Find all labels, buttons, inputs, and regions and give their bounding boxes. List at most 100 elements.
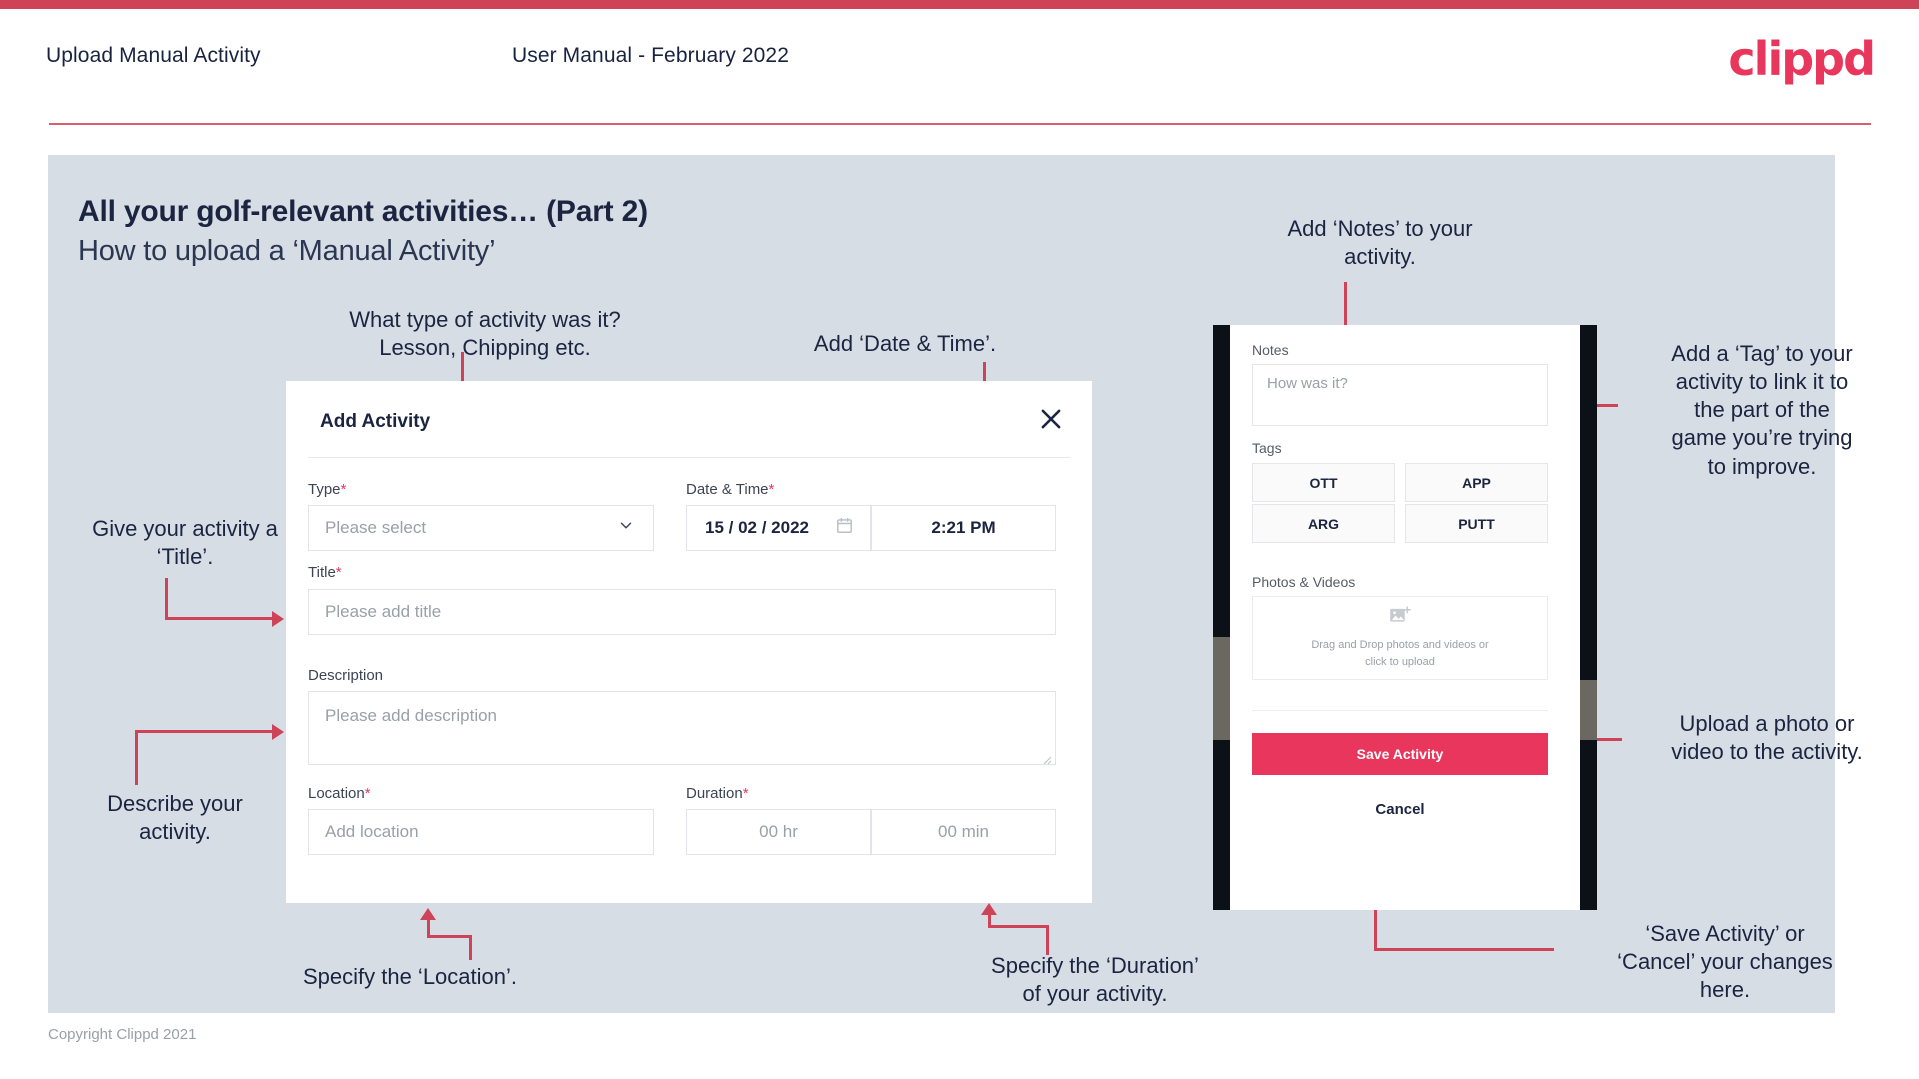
type-label: Type* [308,481,346,498]
arrow-dur-head [981,903,997,915]
description-label-text: Description [308,667,384,684]
arrow-loc-vert2 [427,920,430,938]
tag-putt-label: PUTT [1458,515,1495,532]
description-placeholder: Please add description [325,706,498,725]
description-textarea[interactable]: Please add description [308,691,1056,765]
phone-screen: Notes How was it? Tags OTT APP ARG PUTT … [1230,325,1580,910]
tag-ott-label: OTT [1309,474,1338,491]
phone-mockup: Notes How was it? Tags OTT APP ARG PUTT … [1213,325,1597,910]
phone-divider [1252,710,1548,711]
dropzone-text: Drag and Drop photos and videos or click… [1311,637,1488,670]
location-required-mark: * [364,785,371,802]
tag-ott[interactable]: OTT [1252,463,1395,502]
add-image-icon [1389,606,1411,631]
slide-subtitle: How to upload a ‘Manual Activity’ [78,235,496,267]
annotation-upload: Upload a photo or video to the activity. [1671,711,1863,765]
chevron-down-icon [617,517,635,540]
time-input[interactable]: 2:21 PM [871,505,1056,551]
duration-minutes-input[interactable]: 00 min [871,809,1056,855]
arrow-desc-head [272,724,284,740]
notes-placeholder: How was it? [1267,375,1348,392]
copyright-text: Copyright Clippd 2021 [48,1026,197,1043]
tag-app-label: APP [1462,474,1491,491]
arrow-title-horz [165,617,275,620]
datetime-label: Date & Time* [686,481,774,498]
tag-arg[interactable]: ARG [1252,504,1395,543]
annotation-type: What type of activity was it? Lesson, Ch… [349,307,621,361]
resize-grip-icon[interactable] [1042,752,1052,765]
phone-volume-button [1213,637,1230,740]
arrow-desc-horz [135,730,275,733]
type-select[interactable]: Please select [308,505,654,551]
time-value: 2:21 PM [931,518,996,537]
duration-minutes-placeholder: 00 min [937,822,990,841]
arrow-desc-vert [135,730,138,785]
cancel-button[interactable]: Cancel [1252,801,1548,818]
photo-dropzone[interactable]: Drag and Drop photos and videos or click… [1252,596,1548,680]
calendar-icon[interactable] [835,516,854,540]
arrow-dur-vert [1046,925,1049,955]
title-label-text: Title [308,564,336,581]
notes-textarea[interactable]: How was it? [1252,364,1548,426]
clippd-logo: clippd [1728,32,1876,86]
duration-required-mark: * [742,785,749,802]
cancel-label: Cancel [1375,801,1425,818]
date-input[interactable]: 15 / 02 / 2022 [686,505,871,551]
duration-label-text: Duration [686,785,743,802]
arrow-loc-horz [427,935,472,938]
location-input[interactable]: Add location [308,809,654,855]
tag-arg-label: ARG [1307,515,1340,532]
photos-label: Photos & Videos [1252,574,1356,590]
save-activity-label: Save Activity [1356,746,1444,762]
header-divider [49,123,1871,125]
title-label: Title* [308,564,342,581]
datetime-label-text: Date & Time [686,481,769,498]
dropzone-line2: click to upload [1365,655,1435,668]
top-accent-bar [0,0,1919,9]
arrow-title-vert [165,578,168,620]
arrow-title-head [272,611,284,627]
phone-bezel-left [1213,325,1230,910]
date-value: 15 / 02 / 2022 [705,518,809,537]
annotation-duration: Specify the ‘Duration’ of your activity. [991,953,1199,1007]
dialog-title: Add Activity [320,411,431,432]
arrow-save-horz [1374,948,1554,951]
duration-label: Duration* [686,785,749,802]
dropzone-line1: Drag and Drop photos and videos or [1311,639,1489,651]
page-title: Upload Manual Activity [46,44,261,67]
tags-label: Tags [1252,440,1282,456]
type-required-mark: * [340,481,347,498]
save-activity-button[interactable]: Save Activity [1252,733,1548,775]
notes-label: Notes [1252,342,1289,358]
duration-hours-placeholder: 00 hr [759,822,798,841]
location-label: Location* [308,785,371,802]
location-label-text: Location [308,785,365,802]
datetime-required-mark: * [768,481,775,498]
annotation-save-cancel: ‘Save Activity’ or ‘Cancel’ your changes… [1617,921,1833,1003]
manual-subtitle: User Manual - February 2022 [512,44,789,67]
type-placeholder: Please select [325,518,427,537]
dialog-divider [308,457,1070,458]
annotation-notes: Add ‘Notes’ to your activity. [1287,216,1473,270]
tag-putt[interactable]: PUTT [1405,504,1548,543]
arrow-loc-vert [469,935,472,960]
add-activity-dialog: Add Activity Type* Please select Date & … [286,381,1092,903]
phone-power-button [1580,680,1597,740]
location-placeholder: Add location [325,822,419,841]
slide-title: All your golf-relevant activities… (Part… [78,195,648,228]
arrow-loc-head [420,908,436,920]
title-input[interactable]: Please add title [308,589,1056,635]
annotation-datetime: Add ‘Date & Time’. [813,331,997,356]
title-placeholder: Please add title [325,602,442,621]
annotation-location: Specify the ‘Location’. [302,964,518,989]
tag-app[interactable]: APP [1405,463,1548,502]
annotation-description: Describe your activity. [107,791,243,845]
type-label-text: Type [308,481,341,498]
close-icon[interactable] [1036,404,1066,434]
arrow-dur-horz [988,925,1049,928]
annotation-tags: Add a ‘Tag’ to your activity to link it … [1671,341,1853,479]
arrow-dur-vert2 [988,915,991,927]
title-required-mark: * [335,564,342,581]
duration-hours-input[interactable]: 00 hr [686,809,871,855]
phone-bezel-right [1580,325,1597,910]
